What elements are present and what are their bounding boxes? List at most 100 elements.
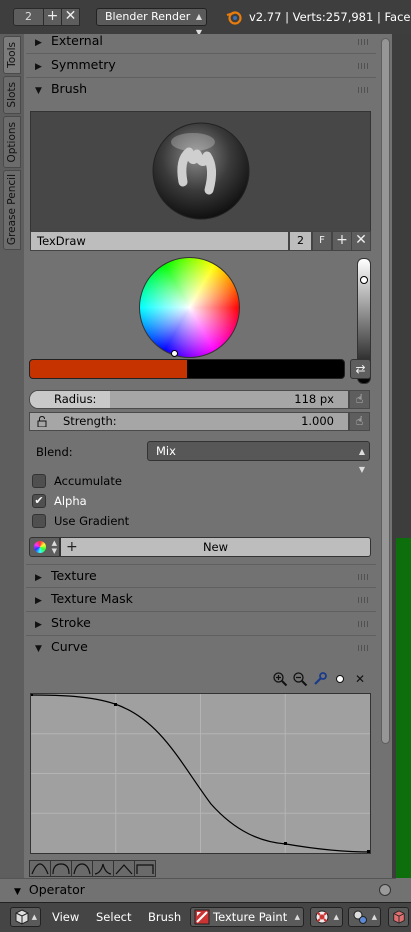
- sharp-preset-icon[interactable]: [92, 860, 114, 877]
- radius-pressure-icon[interactable]: ☝: [349, 390, 370, 409]
- new-texture-button[interactable]: + New: [60, 537, 371, 557]
- updown-arrows-icon: ▲▼: [358, 447, 365, 474]
- brush-datablock: TexDraw 2 F + ✕: [30, 231, 371, 251]
- drag-grip-icon[interactable]: [358, 597, 370, 603]
- blender-logo-icon: [226, 11, 242, 25]
- circle-icon[interactable]: [379, 884, 391, 896]
- shading-select[interactable]: ▲▼: [310, 907, 343, 932]
- checkbox-box[interactable]: ✔: [32, 494, 46, 508]
- texture-datablock: ▲ ▼ + New: [29, 537, 371, 557]
- smooth-preset-icon[interactable]: [29, 860, 51, 877]
- curve-point[interactable]: [284, 842, 287, 845]
- color-wheel-cursor[interactable]: [171, 350, 178, 357]
- strength-label: Strength:: [63, 414, 117, 428]
- menu-brush[interactable]: Brush: [148, 910, 181, 924]
- panel-header-texture[interactable]: ▶ Texture: [26, 564, 376, 588]
- tab-slots[interactable]: Slots: [3, 76, 21, 114]
- max-preset-icon[interactable]: [134, 860, 156, 877]
- blend-mode-value: Mix: [156, 444, 176, 458]
- collapsed-triangle-icon: ▶: [35, 62, 42, 72]
- mode-label: Texture Paint: [213, 910, 288, 924]
- root-preset-icon[interactable]: [71, 860, 93, 877]
- expanded-triangle-icon: ▼: [35, 644, 42, 654]
- curve-point[interactable]: [367, 850, 370, 853]
- drag-grip-icon[interactable]: [358, 621, 370, 627]
- tab-grease-pencil[interactable]: Grease Pencil: [3, 170, 21, 250]
- zoom-out-icon[interactable]: [292, 671, 308, 687]
- mode-select[interactable]: Texture Paint ▲▼: [190, 907, 304, 932]
- swap-colors-icon[interactable]: ⇄: [350, 359, 371, 379]
- zoom-in-icon[interactable]: [272, 671, 288, 687]
- dot-icon[interactable]: [332, 671, 348, 687]
- fake-user-button[interactable]: F: [312, 231, 332, 251]
- drag-grip-icon[interactable]: [358, 63, 370, 69]
- strength-slider[interactable]: Strength: 1.000: [29, 412, 349, 431]
- add-icon[interactable]: +: [43, 8, 62, 26]
- menu-select[interactable]: Select: [96, 910, 131, 924]
- curve-presets: [29, 860, 156, 877]
- layer-number-field[interactable]: 2: [13, 8, 44, 26]
- panel-header-texture-mask[interactable]: ▶ Texture Mask: [26, 588, 376, 612]
- operator-panel-header[interactable]: ▼ Operator: [0, 878, 396, 902]
- add-icon[interactable]: +: [332, 231, 352, 251]
- value-slider-knob[interactable]: [360, 276, 368, 284]
- brush-name-field[interactable]: TexDraw: [30, 231, 289, 251]
- updown-arrows-icon: ▲▼: [333, 913, 339, 932]
- drag-grip-icon[interactable]: [358, 645, 370, 651]
- panel-header-external[interactable]: ▶ External: [26, 30, 376, 54]
- render-engine-select[interactable]: Blender Render ▲ ▼: [96, 8, 207, 37]
- drag-grip-icon[interactable]: [358, 87, 370, 93]
- panel-header-stroke[interactable]: ▶ Stroke: [26, 612, 376, 636]
- drag-grip-icon[interactable]: [358, 574, 370, 580]
- pivot-select[interactable]: ▲▼: [348, 907, 381, 932]
- 3d-viewport-content: [396, 538, 411, 878]
- color-swatches[interactable]: [29, 359, 345, 379]
- line-preset-icon[interactable]: [113, 860, 135, 877]
- brush-preview[interactable]: [30, 111, 371, 231]
- radius-slider[interactable]: Radius: 118 px: [29, 390, 349, 409]
- panel-header-curve[interactable]: ▼ Curve: [26, 636, 376, 660]
- pivot-icon: [353, 910, 367, 924]
- lifebuoy-icon: [315, 910, 329, 924]
- round-preset-icon[interactable]: [50, 860, 72, 877]
- lock-icon[interactable]: [37, 416, 47, 427]
- tab-tools[interactable]: Tools: [3, 36, 21, 74]
- expanded-triangle-icon: ▼: [14, 887, 21, 897]
- blend-mode-select[interactable]: Mix ▲ ▼: [147, 441, 370, 474]
- wrench-icon[interactable]: [312, 671, 328, 687]
- strength-pressure-icon[interactable]: ☝: [349, 412, 370, 431]
- falloff-curve-editor[interactable]: [30, 693, 371, 854]
- panel-header-brush[interactable]: ▼ Brush: [26, 78, 376, 102]
- strength-value: 1.000: [301, 414, 334, 428]
- operator-label: Operator: [28, 882, 85, 897]
- close-icon[interactable]: ✕: [61, 8, 80, 26]
- checkbox-box[interactable]: [32, 474, 46, 488]
- tool-shelf-tabs: Tools Slots Options Grease Pencil: [0, 34, 24, 878]
- brush-users-count[interactable]: 2: [289, 231, 312, 251]
- checkbox-box[interactable]: [32, 514, 46, 528]
- updown-arrows-icon: ▲▼: [371, 913, 377, 932]
- radius-label: Radius:: [54, 392, 97, 406]
- scrollbar-thumb[interactable]: [381, 38, 390, 744]
- collapsed-triangle-icon: ▶: [35, 573, 42, 583]
- updown-arrows-icon: ▲▼: [51, 539, 57, 555]
- view-cube-button[interactable]: [388, 907, 409, 927]
- close-icon[interactable]: ✕: [351, 231, 371, 251]
- blend-label: Blend:: [36, 445, 73, 459]
- menu-view[interactable]: View: [52, 910, 79, 924]
- panel-header-symmetry[interactable]: ▶ Symmetry: [26, 54, 376, 78]
- curve-toolbar: ✕: [272, 671, 368, 687]
- curve-point[interactable]: [30, 693, 33, 696]
- viewport-header: ▲▼ View Select Brush Texture Paint ▲▼ ▲▼…: [0, 902, 411, 932]
- radius-value: 118 px: [294, 392, 334, 406]
- close-icon[interactable]: ✕: [352, 671, 368, 687]
- editor-type-select[interactable]: ▲▼: [10, 907, 41, 932]
- cube-icon: [393, 910, 405, 924]
- texture-icon: [34, 541, 46, 553]
- drag-grip-icon[interactable]: [358, 39, 370, 45]
- texture-browse-button[interactable]: ▲ ▼: [29, 537, 60, 557]
- tab-options[interactable]: Options: [3, 116, 21, 168]
- color-wheel[interactable]: [139, 257, 240, 358]
- collapsed-triangle-icon: ▶: [35, 596, 42, 606]
- curve-point[interactable]: [114, 703, 117, 706]
